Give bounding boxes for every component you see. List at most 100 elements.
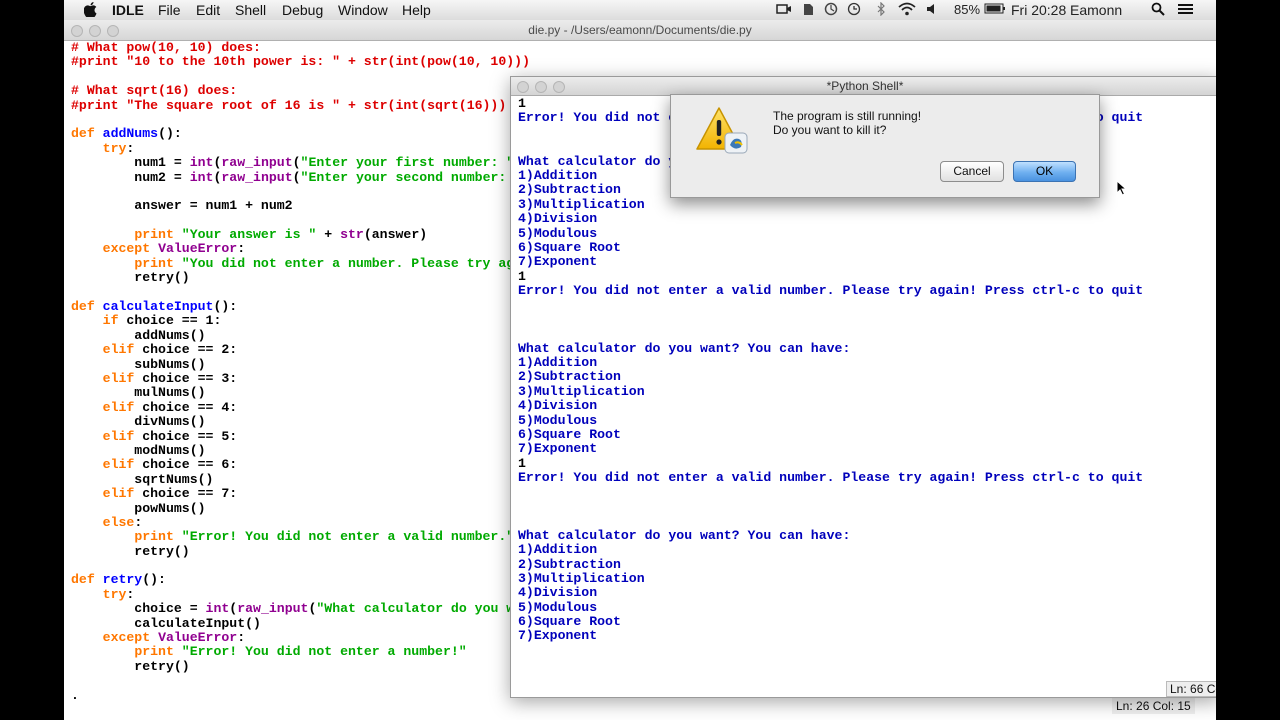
- zoom-window-button[interactable]: [107, 25, 119, 37]
- volume-icon[interactable]: [926, 2, 938, 20]
- code-token: calculateInput: [102, 299, 214, 315]
- code-editor-text[interactable]: # What pow(10, 10) does: #print "10 to th…: [71, 40, 570, 703]
- code-token: modNums(): [71, 442, 206, 458]
- code-line: #print "The square root of 16 is " + str…: [71, 98, 570, 113]
- shell-close-button[interactable]: [517, 81, 529, 93]
- code-token: print: [134, 255, 182, 271]
- shell-output-line: 5)Modulous: [518, 600, 1143, 615]
- shell-output-token: 1)Addition: [518, 167, 598, 183]
- code-token: elif: [102, 486, 143, 502]
- code-line: try:: [71, 141, 570, 156]
- shell-output-token: 7)Exponent: [518, 441, 598, 457]
- code-token: int: [189, 155, 214, 171]
- shell-zoom-button[interactable]: [553, 81, 565, 93]
- code-token: raw_input: [221, 155, 293, 171]
- menu-help[interactable]: Help: [402, 2, 431, 18]
- code-token: (answer): [363, 227, 428, 243]
- cancel-button[interactable]: Cancel: [940, 161, 1004, 182]
- apple-menu-icon[interactable]: [83, 2, 97, 20]
- shell-output-line: 3)Multiplication: [518, 384, 1143, 399]
- kill-program-alert: The program is still running! Do you wan…: [670, 94, 1100, 198]
- shell-output-token: 7)Exponent: [518, 628, 598, 644]
- evernote-icon[interactable]: [801, 2, 815, 20]
- shell-output-token: 6)Square Root: [518, 614, 621, 630]
- shell-output-token: 1: [518, 268, 526, 284]
- code-token: num1 =: [71, 155, 190, 171]
- menu-window[interactable]: Window: [338, 2, 388, 18]
- bluetooth-icon[interactable]: [876, 1, 886, 20]
- menu-debug[interactable]: Debug: [282, 2, 323, 18]
- close-window-button[interactable]: [71, 25, 83, 37]
- ok-button[interactable]: OK: [1013, 161, 1076, 182]
- shell-minimize-button[interactable]: [535, 81, 547, 93]
- code-token: addNums(): [71, 327, 206, 343]
- code-token: choice == 5:: [142, 428, 238, 444]
- shell-output-token: 3)Multiplication: [518, 196, 645, 212]
- menu-clock[interactable]: Fri 20:28: [1011, 2, 1066, 18]
- shell-output-line: Error! You did not enter a valid number.…: [518, 283, 1143, 298]
- shell-output-token: 1)Addition: [518, 355, 598, 371]
- shell-output-token: 1: [518, 455, 526, 471]
- shell-output-line: 2)Subtraction: [518, 557, 1143, 572]
- code-token: ():: [158, 126, 182, 142]
- code-token: ValueError: [158, 241, 238, 257]
- time-machine-icon[interactable]: [847, 2, 861, 20]
- minimize-window-button[interactable]: [89, 25, 101, 37]
- shell-output-line: 3)Multiplication: [518, 571, 1143, 586]
- battery-percent[interactable]: 85%: [954, 2, 980, 18]
- shell-output-line: 4)Division: [518, 211, 1143, 226]
- code-token: ():: [142, 572, 166, 588]
- code-token: int: [205, 601, 230, 617]
- code-token: elif: [102, 457, 143, 473]
- shell-output-line: 1)Addition: [518, 355, 1143, 371]
- code-token: num2 =: [71, 169, 190, 185]
- code-token: +: [316, 227, 341, 243]
- code-token: "You did not enter a number. Please try …: [181, 255, 554, 271]
- shell-output-token: 1: [518, 96, 526, 111]
- notification-center-icon[interactable]: [1178, 2, 1194, 20]
- alert-message-line1: The program is still running!: [773, 109, 922, 123]
- code-line: retry(): [71, 544, 570, 559]
- code-line: .: [71, 688, 570, 703]
- code-line: elif choice == 3:: [71, 371, 570, 386]
- menu-file[interactable]: File: [158, 2, 181, 18]
- code-token: answer = num1 + num2: [71, 198, 293, 214]
- shell-output-line: What calculator do you want? You can hav…: [518, 341, 1143, 356]
- wifi-icon[interactable]: [898, 2, 916, 20]
- warning-triangle-icon: [695, 105, 751, 160]
- sync-icon[interactable]: [824, 2, 838, 20]
- app-menu-idle[interactable]: IDLE: [112, 2, 144, 18]
- code-line: except ValueError:: [71, 630, 570, 645]
- shell-output-token: Error! You did not enter a valid number.…: [518, 470, 1144, 486]
- menu-shell[interactable]: Shell: [235, 2, 266, 18]
- code-token: print: [134, 529, 182, 545]
- code-token: int: [189, 169, 214, 185]
- menu-edit[interactable]: Edit: [196, 2, 220, 18]
- battery-icon[interactable]: [984, 2, 1006, 18]
- code-token: def: [71, 299, 103, 315]
- code-token: (: [292, 169, 301, 185]
- code-line: elif choice == 6:: [71, 458, 570, 472]
- shell-output-line: 4)Division: [518, 399, 1143, 413]
- shell-output-token: 2)Subtraction: [518, 369, 621, 385]
- editor-title-bar[interactable]: die.py - /Users/eamonn/Documents/die.py: [64, 20, 1216, 41]
- code-token: "Enter your first number: ": [300, 155, 515, 171]
- code-token: retry: [102, 572, 143, 588]
- code-line: addNums(): [71, 327, 570, 343]
- code-token: choice == 6:: [142, 457, 238, 473]
- shell-output-token: 5)Modulous: [518, 225, 598, 241]
- user-name[interactable]: Eamonn: [1070, 2, 1122, 18]
- shell-output-line: [518, 313, 1143, 327]
- screen-record-icon[interactable]: [776, 2, 792, 20]
- spotlight-search-icon[interactable]: [1151, 2, 1165, 20]
- shell-output-line: [518, 514, 1143, 528]
